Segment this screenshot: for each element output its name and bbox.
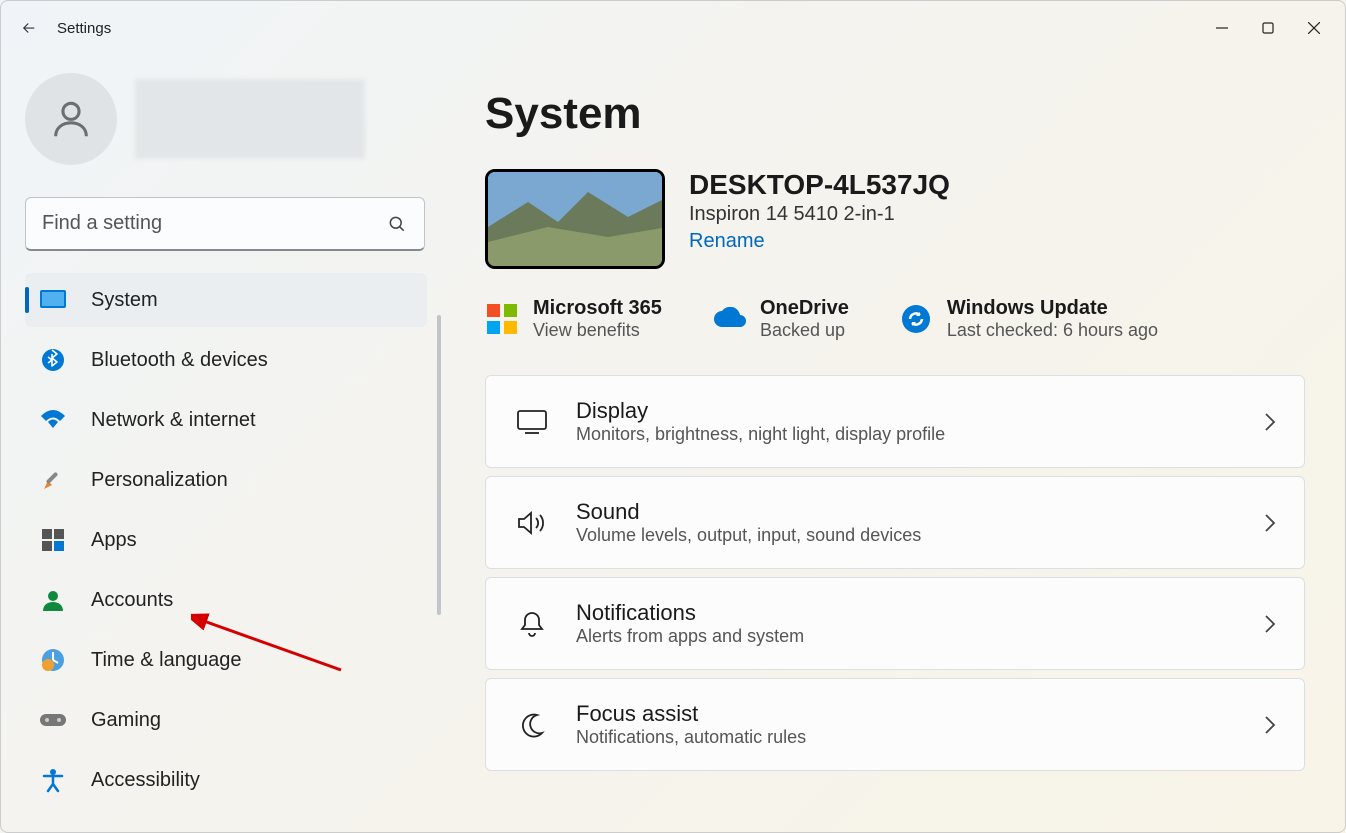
status-sub: Last checked: 6 hours ago <box>947 320 1158 341</box>
person-icon <box>48 96 94 142</box>
moon-icon <box>514 712 550 738</box>
window-controls <box>1199 8 1337 48</box>
status-sub: View benefits <box>533 320 662 341</box>
chevron-right-icon <box>1264 715 1276 735</box>
search-icon <box>387 214 407 234</box>
maximize-icon <box>1262 22 1274 34</box>
wifi-icon <box>39 406 67 434</box>
sidebar-item-time[interactable]: Time & language <box>25 633 427 687</box>
close-icon <box>1308 22 1320 34</box>
chevron-right-icon <box>1264 614 1276 634</box>
back-button[interactable] <box>9 8 49 48</box>
status-sub: Backed up <box>760 320 849 341</box>
search-container <box>25 197 427 251</box>
card-sub: Alerts from apps and system <box>576 626 804 647</box>
sidebar-item-personalization[interactable]: Personalization <box>25 453 427 507</box>
chevron-right-icon <box>1264 412 1276 432</box>
card-title: Notifications <box>576 600 804 626</box>
card-title: Focus assist <box>576 701 806 727</box>
sidebar-item-label: Accessibility <box>91 769 200 792</box>
sidebar-item-label: Accounts <box>91 589 173 612</box>
sidebar-item-accessibility[interactable]: Accessibility <box>25 753 427 807</box>
sidebar-item-system[interactable]: System <box>25 273 427 327</box>
chevron-right-icon <box>1264 513 1276 533</box>
minimize-icon <box>1216 22 1228 34</box>
arrow-left-icon <box>20 19 38 37</box>
status-title: Windows Update <box>947 297 1158 320</box>
card-sub: Monitors, brightness, night light, displ… <box>576 424 945 445</box>
rename-link[interactable]: Rename <box>689 230 765 253</box>
status-onedrive[interactable]: OneDriveBacked up <box>712 297 849 341</box>
card-focus-assist[interactable]: Focus assistNotifications, automatic rul… <box>485 678 1305 771</box>
apps-icon <box>39 526 67 554</box>
sound-icon <box>514 510 550 536</box>
sidebar-item-label: Network & internet <box>91 409 256 432</box>
sidebar-item-accounts[interactable]: Accounts <box>25 573 427 627</box>
sidebar-item-label: Gaming <box>91 709 161 732</box>
paintbrush-icon <box>39 466 67 494</box>
sidebar-item-label: Bluetooth & devices <box>91 349 268 372</box>
cloud-icon <box>712 302 746 336</box>
sync-icon <box>899 302 933 336</box>
search-input[interactable] <box>25 197 425 251</box>
sidebar-item-label: Apps <box>91 529 137 552</box>
app-title: Settings <box>57 20 111 37</box>
device-thumbnail[interactable] <box>485 169 665 269</box>
device-header: DESKTOP-4L537JQ Inspiron 14 5410 2-in-1 … <box>485 169 1305 269</box>
gamepad-icon <box>39 706 67 734</box>
account-name-redacted <box>135 79 365 159</box>
display-icon <box>514 410 550 434</box>
minimize-button[interactable] <box>1199 8 1245 48</box>
titlebar: Settings <box>1 1 1345 55</box>
card-sub: Volume levels, output, input, sound devi… <box>576 525 921 546</box>
sidebar: System Bluetooth & devices Network & int… <box>1 55 441 832</box>
sidebar-item-label: Personalization <box>91 469 228 492</box>
monitor-icon <box>39 286 67 314</box>
card-sound[interactable]: SoundVolume levels, output, input, sound… <box>485 476 1305 569</box>
sidebar-item-label: System <box>91 289 158 312</box>
sidebar-item-apps[interactable]: Apps <box>25 513 427 567</box>
maximize-button[interactable] <box>1245 8 1291 48</box>
sidebar-item-label: Time & language <box>91 649 241 672</box>
status-title: OneDrive <box>760 297 849 320</box>
status-title: Microsoft 365 <box>533 297 662 320</box>
sidebar-item-gaming[interactable]: Gaming <box>25 693 427 747</box>
account-header[interactable] <box>25 73 427 165</box>
device-name: DESKTOP-4L537JQ <box>689 169 950 201</box>
status-windows-update[interactable]: Windows UpdateLast checked: 6 hours ago <box>899 297 1158 341</box>
accessibility-icon <box>39 766 67 794</box>
bluetooth-icon <box>39 346 67 374</box>
bell-icon <box>514 610 550 638</box>
status-row: Microsoft 365View benefits OneDriveBacke… <box>485 297 1305 341</box>
person-accent-icon <box>39 586 67 614</box>
sidebar-item-network[interactable]: Network & internet <box>25 393 427 447</box>
card-title: Sound <box>576 499 921 525</box>
card-sub: Notifications, automatic rules <box>576 727 806 748</box>
main-content: System DESKTOP-4L537JQ Inspiron 14 5410 … <box>441 55 1345 832</box>
clock-globe-icon <box>39 646 67 674</box>
close-button[interactable] <box>1291 8 1337 48</box>
page-title: System <box>485 89 1305 139</box>
microsoft-logo-icon <box>485 302 519 336</box>
avatar <box>25 73 117 165</box>
card-title: Display <box>576 398 945 424</box>
card-display[interactable]: DisplayMonitors, brightness, night light… <box>485 375 1305 468</box>
card-notifications[interactable]: NotificationsAlerts from apps and system <box>485 577 1305 670</box>
sidebar-item-bluetooth[interactable]: Bluetooth & devices <box>25 333 427 387</box>
device-model: Inspiron 14 5410 2-in-1 <box>689 203 950 226</box>
status-microsoft365[interactable]: Microsoft 365View benefits <box>485 297 662 341</box>
